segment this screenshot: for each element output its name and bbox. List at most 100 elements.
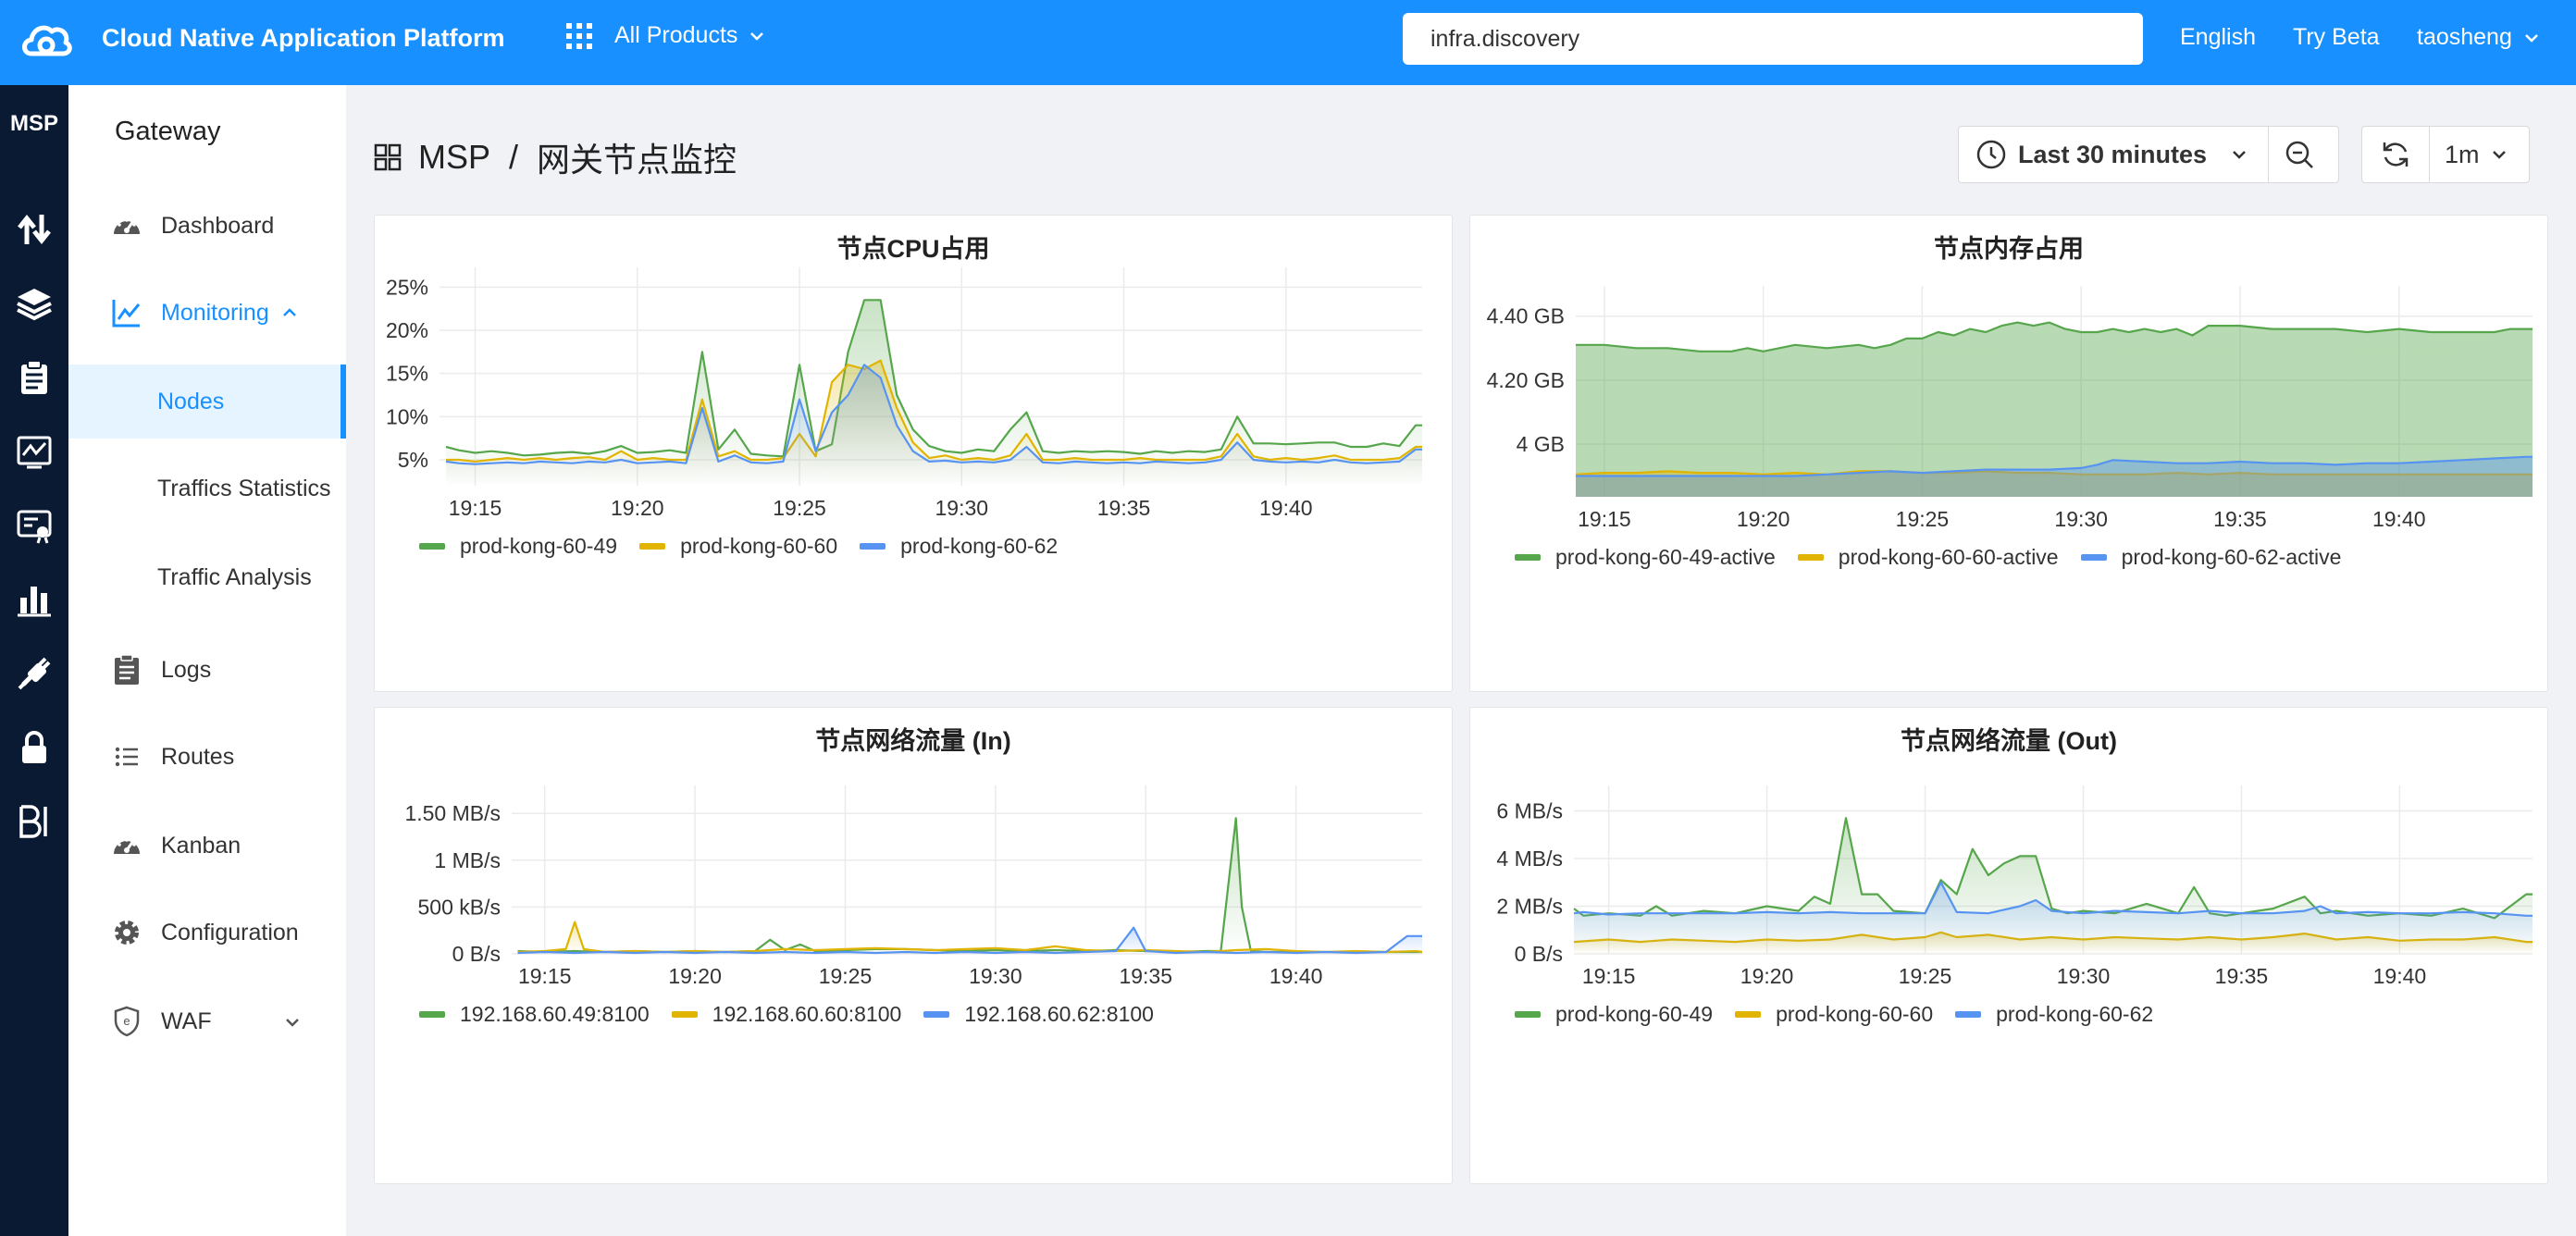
series-line[interactable] bbox=[517, 817, 1423, 954]
refresh-interval-label: 1m bbox=[2445, 140, 2480, 168]
chevron-down-icon bbox=[286, 1019, 299, 1027]
clipboard-icon[interactable] bbox=[0, 350, 68, 405]
list-icon bbox=[109, 739, 144, 774]
transfer-icon[interactable] bbox=[0, 202, 68, 257]
apps-icon bbox=[374, 143, 402, 171]
sidebar-item-label: Traffic Analysis bbox=[157, 563, 312, 590]
series-line[interactable] bbox=[1573, 817, 2533, 920]
legend-swatch bbox=[1515, 1011, 1541, 1018]
x-tick-label: 19:30 bbox=[2057, 964, 2111, 988]
grid-icon bbox=[566, 22, 592, 49]
x-tick-label: 19:25 bbox=[773, 496, 826, 520]
sidebar-item-label: Logs bbox=[161, 656, 212, 683]
sidebar: Gateway Dashboard Monitoring Nodes Traff… bbox=[68, 85, 346, 1236]
breadcrumb: MSP / 网关节点监控 bbox=[374, 133, 737, 181]
user-name: taosheng bbox=[2417, 24, 2512, 50]
main-content: MSP / 网关节点监控 Last 30 minutes 1m 节点CPU占用 … bbox=[346, 85, 2576, 1236]
x-tick-label: 19:40 bbox=[1259, 496, 1313, 520]
x-tick-label: 19:30 bbox=[935, 496, 989, 520]
legend-item[interactable]: 192.168.60.62:8100 bbox=[923, 1002, 1154, 1027]
legend-label: 192.168.60.60:8100 bbox=[712, 1002, 902, 1026]
bi-icon[interactable] bbox=[0, 794, 68, 849]
zoom-out-button[interactable] bbox=[2269, 139, 2330, 170]
legend-swatch bbox=[923, 1011, 950, 1018]
cloud-logo-icon[interactable] bbox=[19, 17, 74, 65]
legend-item[interactable]: prod-kong-60-49 bbox=[1515, 1002, 1713, 1027]
monitor-chart-icon[interactable] bbox=[0, 424, 68, 479]
x-tick-label: 19:40 bbox=[2372, 507, 2426, 531]
legend-item[interactable]: 192.168.60.60:8100 bbox=[671, 1002, 902, 1027]
sidebar-item-configuration[interactable]: Configuration bbox=[68, 907, 346, 958]
legend-swatch bbox=[1797, 554, 1824, 561]
sidebar-item-routes[interactable]: Routes bbox=[68, 731, 346, 783]
x-tick-label: 19:30 bbox=[969, 964, 1022, 988]
x-tick-label: 19:15 bbox=[449, 496, 502, 520]
chart-svg: 19:15 19:20 19:25 19:30 19:35 19:40 0 B/s 2 MB/… bbox=[1496, 785, 2533, 988]
plug-icon[interactable] bbox=[0, 646, 68, 701]
x-tick-label: 19:35 bbox=[1097, 496, 1151, 520]
app-title[interactable]: Cloud Native Application Platform bbox=[102, 24, 505, 53]
refresh-icon bbox=[2383, 142, 2409, 167]
layers-icon[interactable] bbox=[0, 276, 68, 331]
legend-item[interactable]: prod-kong-60-49 bbox=[419, 534, 617, 559]
product-icon-bar: MSP bbox=[0, 85, 68, 1236]
legend-item[interactable]: prod-kong-60-60-active bbox=[1797, 545, 2059, 570]
y-tick-label: 4.40 GB bbox=[1487, 304, 1565, 328]
refresh-interval-select[interactable]: 1m bbox=[2445, 141, 2509, 169]
sidebar-item-monitoring[interactable]: Monitoring bbox=[68, 287, 346, 339]
zoom-out-icon bbox=[2285, 141, 2313, 168]
bar-chart-icon[interactable] bbox=[0, 572, 68, 627]
y-tick-label: 4.20 GB bbox=[1487, 368, 1565, 392]
time-range-picker[interactable]: Last 30 minutes bbox=[1958, 126, 2339, 183]
series-area bbox=[517, 818, 1422, 954]
sidebar-item-waf[interactable]: e WAF bbox=[68, 995, 346, 1047]
lock-icon[interactable] bbox=[0, 720, 68, 775]
sidebar-item-traffics-statistics[interactable]: Traffics Statistics bbox=[68, 463, 346, 514]
shield-icon: e bbox=[109, 1004, 144, 1039]
legend-swatch bbox=[1735, 1011, 1762, 1018]
legend-item[interactable]: prod-kong-60-60 bbox=[639, 534, 837, 559]
refresh-button[interactable] bbox=[2362, 139, 2429, 170]
x-tick-label: 19:20 bbox=[1740, 964, 1794, 988]
y-tick-label: 0 B/s bbox=[1515, 942, 1563, 966]
x-tick-label: 19:20 bbox=[1737, 507, 1790, 531]
legend-item[interactable]: prod-kong-60-62-active bbox=[2080, 545, 2341, 570]
series-line[interactable] bbox=[445, 299, 1422, 458]
sidebar-item-label: WAF bbox=[161, 1007, 212, 1034]
chart-svg: 19:15 19:20 19:25 19:30 19:35 19:40 4 GB 4.20 G… bbox=[1487, 286, 2533, 531]
x-tick-label: 19:35 bbox=[1119, 964, 1172, 988]
all-products-menu[interactable]: All Products bbox=[566, 22, 767, 49]
legend-item[interactable]: 192.168.60.49:8100 bbox=[419, 1002, 650, 1027]
series-line[interactable] bbox=[1573, 881, 2533, 917]
legend-label: prod-kong-60-60 bbox=[1776, 1002, 1934, 1026]
legend-label: prod-kong-60-62 bbox=[900, 534, 1059, 558]
legend-item[interactable]: prod-kong-60-62 bbox=[860, 534, 1058, 559]
legend-item[interactable]: prod-kong-60-49-active bbox=[1515, 545, 1776, 570]
sidebar-item-logs[interactable]: Logs bbox=[68, 644, 346, 696]
user-menu[interactable]: taosheng bbox=[2417, 24, 2542, 51]
sidebar-item-label: Kanban bbox=[161, 832, 242, 859]
gauge-icon bbox=[109, 828, 144, 863]
gauge-icon bbox=[109, 208, 144, 243]
language-switch[interactable]: English bbox=[2180, 24, 2256, 51]
try-beta-link[interactable]: Try Beta bbox=[2293, 24, 2380, 51]
sidebar-item-label: Dashboard bbox=[161, 212, 275, 239]
chart-legend: 192.168.60.49:8100 192.168.60.60:8100 192.… bbox=[419, 1002, 1176, 1027]
sidebar-item-label: Routes bbox=[161, 743, 235, 770]
card-icon[interactable] bbox=[0, 498, 68, 553]
search-input[interactable] bbox=[1403, 13, 2143, 65]
sidebar-item-label: Configuration bbox=[161, 919, 299, 946]
sidebar-item-nodes[interactable]: Nodes bbox=[68, 365, 346, 439]
breadcrumb-root[interactable]: MSP bbox=[418, 138, 490, 177]
legend-item[interactable]: prod-kong-60-62 bbox=[1955, 1002, 2153, 1027]
sidebar-item-kanban[interactable]: Kanban bbox=[68, 820, 346, 871]
product-label[interactable]: MSP bbox=[0, 111, 68, 137]
divider bbox=[2429, 127, 2430, 182]
sidebar-item-traffic-analysis[interactable]: Traffic Analysis bbox=[68, 551, 346, 603]
legend-swatch bbox=[419, 543, 445, 550]
x-tick-label: 19:25 bbox=[1896, 507, 1950, 531]
series-line[interactable] bbox=[517, 921, 1423, 954]
gear-icon bbox=[109, 915, 144, 950]
sidebar-item-dashboard[interactable]: Dashboard bbox=[68, 200, 346, 252]
legend-item[interactable]: prod-kong-60-60 bbox=[1735, 1002, 1933, 1027]
